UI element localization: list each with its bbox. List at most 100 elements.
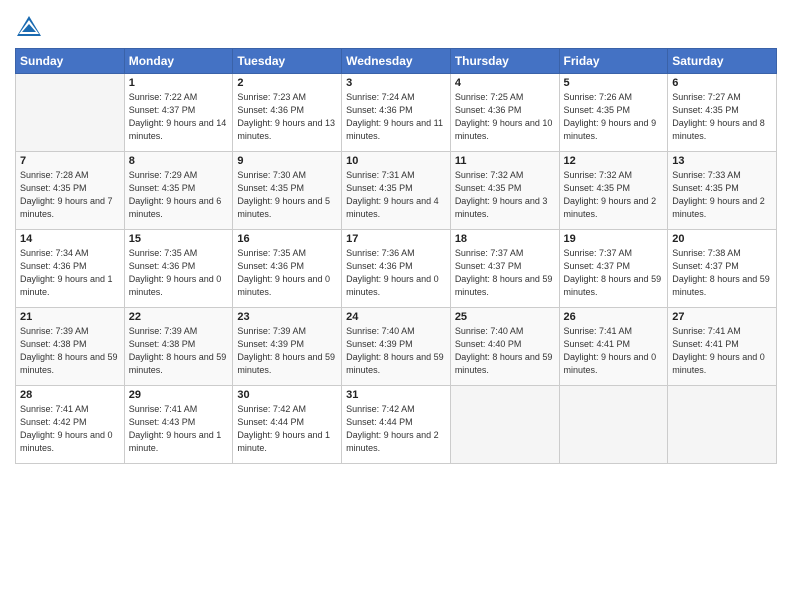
- day-info: Sunrise: 7:37 AMSunset: 4:37 PMDaylight:…: [455, 247, 555, 299]
- day-info: Sunrise: 7:32 AMSunset: 4:35 PMDaylight:…: [455, 169, 555, 221]
- day-number: 24: [346, 311, 446, 323]
- calendar-header-thursday: Thursday: [450, 49, 559, 74]
- day-number: 20: [672, 233, 772, 245]
- calendar-day-cell: 11 Sunrise: 7:32 AMSunset: 4:35 PMDaylig…: [450, 152, 559, 230]
- day-info: Sunrise: 7:27 AMSunset: 4:35 PMDaylight:…: [672, 91, 772, 143]
- day-number: 28: [20, 389, 120, 401]
- calendar-day-cell: 25 Sunrise: 7:40 AMSunset: 4:40 PMDaylig…: [450, 308, 559, 386]
- day-number: 21: [20, 311, 120, 323]
- day-number: 25: [455, 311, 555, 323]
- day-number: 30: [237, 389, 337, 401]
- day-info: Sunrise: 7:39 AMSunset: 4:38 PMDaylight:…: [20, 325, 120, 377]
- day-info: Sunrise: 7:24 AMSunset: 4:36 PMDaylight:…: [346, 91, 446, 143]
- calendar-day-cell: 4 Sunrise: 7:25 AMSunset: 4:36 PMDayligh…: [450, 74, 559, 152]
- header: [15, 10, 777, 42]
- day-number: 8: [129, 155, 229, 167]
- day-number: 23: [237, 311, 337, 323]
- calendar-day-cell: 1 Sunrise: 7:22 AMSunset: 4:37 PMDayligh…: [124, 74, 233, 152]
- generalblue-logo-icon: [15, 14, 43, 42]
- calendar-header-tuesday: Tuesday: [233, 49, 342, 74]
- calendar-day-cell: [16, 74, 125, 152]
- calendar-day-cell: 31 Sunrise: 7:42 AMSunset: 4:44 PMDaylig…: [342, 386, 451, 464]
- calendar-day-cell: [668, 386, 777, 464]
- calendar-header-row: SundayMondayTuesdayWednesdayThursdayFrid…: [16, 49, 777, 74]
- calendar-week-row: 21 Sunrise: 7:39 AMSunset: 4:38 PMDaylig…: [16, 308, 777, 386]
- calendar-day-cell: 26 Sunrise: 7:41 AMSunset: 4:41 PMDaylig…: [559, 308, 668, 386]
- day-info: Sunrise: 7:35 AMSunset: 4:36 PMDaylight:…: [129, 247, 229, 299]
- calendar-header-saturday: Saturday: [668, 49, 777, 74]
- calendar-day-cell: [559, 386, 668, 464]
- calendar-header-friday: Friday: [559, 49, 668, 74]
- day-info: Sunrise: 7:38 AMSunset: 4:37 PMDaylight:…: [672, 247, 772, 299]
- day-number: 5: [564, 77, 664, 89]
- day-number: 1: [129, 77, 229, 89]
- calendar-day-cell: 12 Sunrise: 7:32 AMSunset: 4:35 PMDaylig…: [559, 152, 668, 230]
- day-number: 29: [129, 389, 229, 401]
- calendar-day-cell: 2 Sunrise: 7:23 AMSunset: 4:36 PMDayligh…: [233, 74, 342, 152]
- day-info: Sunrise: 7:37 AMSunset: 4:37 PMDaylight:…: [564, 247, 664, 299]
- page: SundayMondayTuesdayWednesdayThursdayFrid…: [0, 0, 792, 612]
- day-number: 3: [346, 77, 446, 89]
- day-number: 26: [564, 311, 664, 323]
- day-number: 19: [564, 233, 664, 245]
- calendar-day-cell: 10 Sunrise: 7:31 AMSunset: 4:35 PMDaylig…: [342, 152, 451, 230]
- calendar-day-cell: 20 Sunrise: 7:38 AMSunset: 4:37 PMDaylig…: [668, 230, 777, 308]
- logo: [15, 14, 47, 42]
- day-number: 27: [672, 311, 772, 323]
- day-info: Sunrise: 7:25 AMSunset: 4:36 PMDaylight:…: [455, 91, 555, 143]
- day-info: Sunrise: 7:40 AMSunset: 4:39 PMDaylight:…: [346, 325, 446, 377]
- day-number: 7: [20, 155, 120, 167]
- day-number: 11: [455, 155, 555, 167]
- day-info: Sunrise: 7:41 AMSunset: 4:41 PMDaylight:…: [672, 325, 772, 377]
- day-info: Sunrise: 7:31 AMSunset: 4:35 PMDaylight:…: [346, 169, 446, 221]
- day-info: Sunrise: 7:39 AMSunset: 4:39 PMDaylight:…: [237, 325, 337, 377]
- calendar-table: SundayMondayTuesdayWednesdayThursdayFrid…: [15, 48, 777, 464]
- calendar-day-cell: 17 Sunrise: 7:36 AMSunset: 4:36 PMDaylig…: [342, 230, 451, 308]
- calendar-day-cell: 22 Sunrise: 7:39 AMSunset: 4:38 PMDaylig…: [124, 308, 233, 386]
- calendar-day-cell: 6 Sunrise: 7:27 AMSunset: 4:35 PMDayligh…: [668, 74, 777, 152]
- calendar-header-monday: Monday: [124, 49, 233, 74]
- day-number: 17: [346, 233, 446, 245]
- day-number: 15: [129, 233, 229, 245]
- calendar-day-cell: [450, 386, 559, 464]
- day-info: Sunrise: 7:39 AMSunset: 4:38 PMDaylight:…: [129, 325, 229, 377]
- day-info: Sunrise: 7:41 AMSunset: 4:42 PMDaylight:…: [20, 403, 120, 455]
- day-info: Sunrise: 7:42 AMSunset: 4:44 PMDaylight:…: [346, 403, 446, 455]
- day-number: 13: [672, 155, 772, 167]
- calendar-day-cell: 29 Sunrise: 7:41 AMSunset: 4:43 PMDaylig…: [124, 386, 233, 464]
- day-number: 31: [346, 389, 446, 401]
- calendar-day-cell: 24 Sunrise: 7:40 AMSunset: 4:39 PMDaylig…: [342, 308, 451, 386]
- calendar-day-cell: 28 Sunrise: 7:41 AMSunset: 4:42 PMDaylig…: [16, 386, 125, 464]
- calendar-day-cell: 27 Sunrise: 7:41 AMSunset: 4:41 PMDaylig…: [668, 308, 777, 386]
- day-info: Sunrise: 7:40 AMSunset: 4:40 PMDaylight:…: [455, 325, 555, 377]
- calendar-day-cell: 3 Sunrise: 7:24 AMSunset: 4:36 PMDayligh…: [342, 74, 451, 152]
- calendar-day-cell: 8 Sunrise: 7:29 AMSunset: 4:35 PMDayligh…: [124, 152, 233, 230]
- calendar-day-cell: 14 Sunrise: 7:34 AMSunset: 4:36 PMDaylig…: [16, 230, 125, 308]
- calendar-week-row: 1 Sunrise: 7:22 AMSunset: 4:37 PMDayligh…: [16, 74, 777, 152]
- calendar-day-cell: 15 Sunrise: 7:35 AMSunset: 4:36 PMDaylig…: [124, 230, 233, 308]
- day-number: 9: [237, 155, 337, 167]
- calendar-day-cell: 18 Sunrise: 7:37 AMSunset: 4:37 PMDaylig…: [450, 230, 559, 308]
- calendar-day-cell: 21 Sunrise: 7:39 AMSunset: 4:38 PMDaylig…: [16, 308, 125, 386]
- day-info: Sunrise: 7:42 AMSunset: 4:44 PMDaylight:…: [237, 403, 337, 455]
- day-info: Sunrise: 7:30 AMSunset: 4:35 PMDaylight:…: [237, 169, 337, 221]
- day-info: Sunrise: 7:32 AMSunset: 4:35 PMDaylight:…: [564, 169, 664, 221]
- day-number: 10: [346, 155, 446, 167]
- day-number: 14: [20, 233, 120, 245]
- day-info: Sunrise: 7:28 AMSunset: 4:35 PMDaylight:…: [20, 169, 120, 221]
- calendar-day-cell: 23 Sunrise: 7:39 AMSunset: 4:39 PMDaylig…: [233, 308, 342, 386]
- day-info: Sunrise: 7:34 AMSunset: 4:36 PMDaylight:…: [20, 247, 120, 299]
- day-info: Sunrise: 7:23 AMSunset: 4:36 PMDaylight:…: [237, 91, 337, 143]
- calendar-header-wednesday: Wednesday: [342, 49, 451, 74]
- calendar-header-sunday: Sunday: [16, 49, 125, 74]
- calendar-day-cell: 16 Sunrise: 7:35 AMSunset: 4:36 PMDaylig…: [233, 230, 342, 308]
- calendar-week-row: 28 Sunrise: 7:41 AMSunset: 4:42 PMDaylig…: [16, 386, 777, 464]
- calendar-week-row: 14 Sunrise: 7:34 AMSunset: 4:36 PMDaylig…: [16, 230, 777, 308]
- day-info: Sunrise: 7:35 AMSunset: 4:36 PMDaylight:…: [237, 247, 337, 299]
- day-info: Sunrise: 7:29 AMSunset: 4:35 PMDaylight:…: [129, 169, 229, 221]
- calendar-day-cell: 30 Sunrise: 7:42 AMSunset: 4:44 PMDaylig…: [233, 386, 342, 464]
- calendar-day-cell: 19 Sunrise: 7:37 AMSunset: 4:37 PMDaylig…: [559, 230, 668, 308]
- calendar-day-cell: 13 Sunrise: 7:33 AMSunset: 4:35 PMDaylig…: [668, 152, 777, 230]
- day-info: Sunrise: 7:22 AMSunset: 4:37 PMDaylight:…: [129, 91, 229, 143]
- day-number: 2: [237, 77, 337, 89]
